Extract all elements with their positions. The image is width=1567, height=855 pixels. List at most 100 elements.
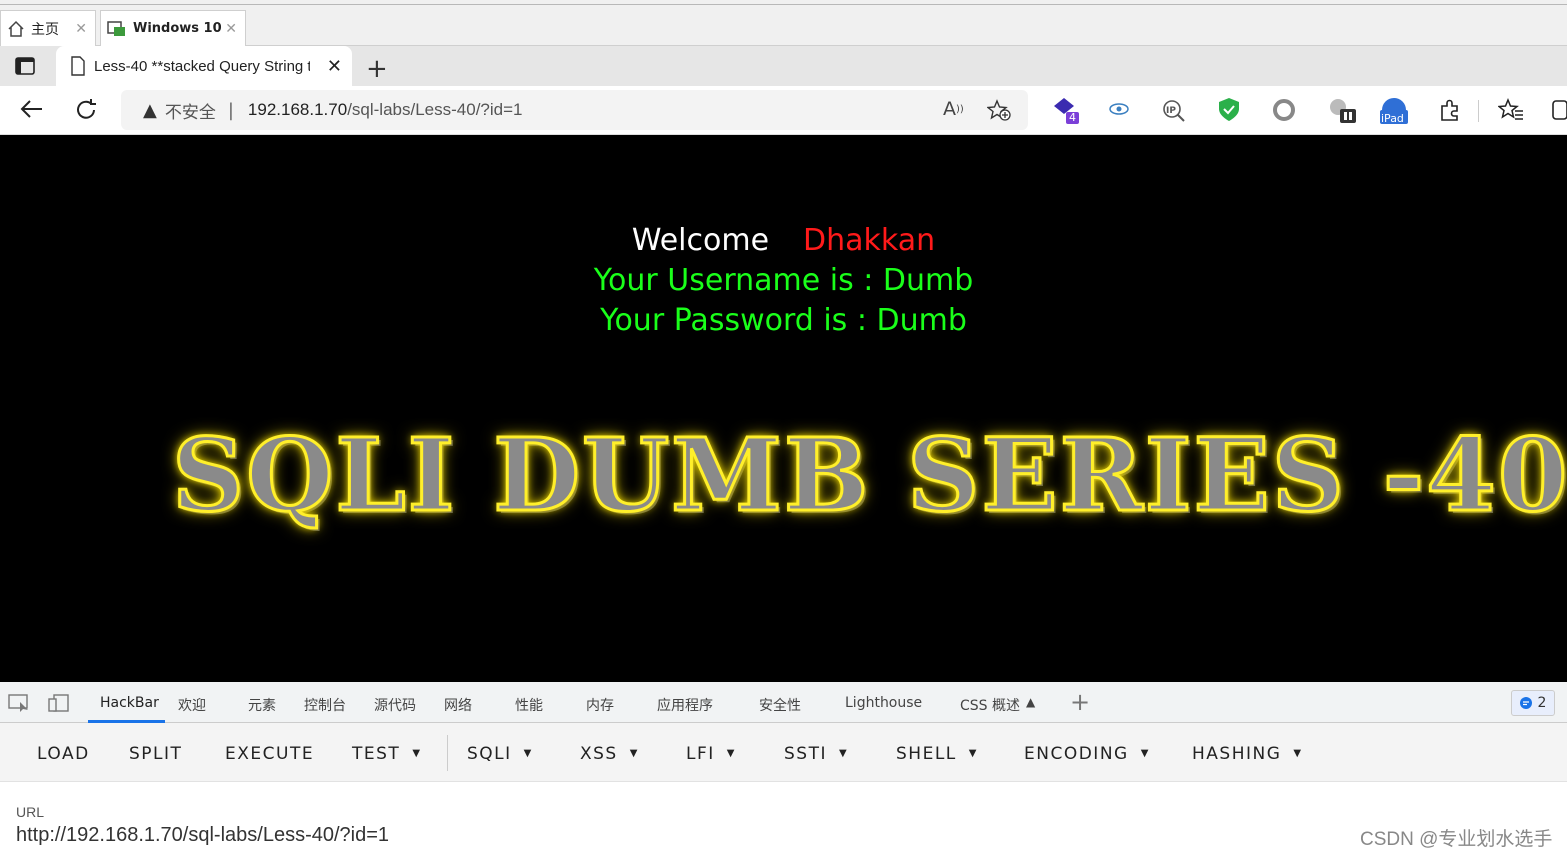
vm-tab-label: Windows 10 — [133, 21, 222, 36]
ssti-label: SSTI — [784, 744, 827, 764]
separator: | — [227, 99, 234, 121]
caret-down-icon: ▼ — [412, 748, 422, 759]
vm-tab-label: 主页 — [31, 21, 59, 38]
sqli-dropdown[interactable]: SQLI ▼ — [467, 744, 533, 764]
encoding-label: ENCODING — [1024, 744, 1129, 764]
read-aloud-icon[interactable]: A)) — [943, 98, 964, 120]
lfi-dropdown[interactable]: LFI ▼ — [686, 744, 736, 764]
password-line: Your Password is : Dumb — [600, 303, 967, 338]
tab-security[interactable]: 安全性 — [759, 695, 801, 715]
ipad-label: iPad — [1381, 112, 1404, 125]
execute-button[interactable]: EXECUTE — [225, 744, 314, 764]
load-button[interactable]: LOAD — [37, 744, 90, 764]
page-content: Welcome Dhakkan Your Username is : Dumb Y… — [0, 135, 1567, 682]
ipad-extension-icon[interactable]: iPad — [1378, 96, 1410, 126]
welcome-line: Welcome Dhakkan — [0, 223, 1567, 258]
shell-label: SHELL — [896, 744, 957, 764]
browser-tab-strip: Less-40 **stacked Query String t ✕ + — [0, 46, 1567, 86]
vm-tab-home[interactable]: 主页 ✕ — [0, 10, 96, 46]
address-bar[interactable]: ▲ 不安全 | 192.168.1.70/sql-labs/Less-40/?i… — [121, 90, 1028, 130]
url-field[interactable]: http://192.168.1.70/sql-labs/Less-40/?id… — [16, 824, 389, 847]
tab-lighthouse[interactable]: Lighthouse — [845, 695, 922, 711]
tab-network[interactable]: 网络 — [444, 695, 472, 715]
refresh-icon[interactable] — [74, 98, 98, 122]
close-icon[interactable]: ✕ — [225, 21, 237, 37]
tab-sources[interactable]: 源代码 — [374, 695, 416, 715]
tab-performance[interactable]: 性能 — [515, 695, 543, 715]
sqli-label: SQLI — [467, 744, 512, 764]
home-icon — [7, 20, 25, 38]
vm-tab-bar: 主页 ✕ Windows 10 ✕ — [0, 0, 1567, 46]
page-icon — [70, 56, 86, 76]
browser-tab-active[interactable]: Less-40 **stacked Query String t ✕ — [56, 46, 352, 86]
caret-down-icon: ▼ — [523, 748, 533, 759]
back-icon[interactable] — [18, 98, 44, 120]
flask-icon: ▲ — [1026, 695, 1036, 709]
insecure-label[interactable]: 不安全 — [165, 98, 216, 123]
xss-label: XSS — [580, 744, 618, 764]
message-icon — [1519, 697, 1532, 709]
inspect-icon[interactable] — [8, 694, 30, 712]
eye-extension-icon[interactable] — [1108, 101, 1130, 117]
url-text[interactable]: 192.168.1.70/sql-labs/Less-40/?id=1 — [248, 100, 523, 120]
caret-down-icon: ▼ — [968, 748, 978, 759]
issues-button[interactable]: 2 — [1511, 690, 1555, 716]
lfi-label: LFI — [686, 744, 715, 764]
vm-tab-windows10[interactable]: Windows 10 ✕ — [100, 10, 246, 46]
hackbar-url-panel: URL http://192.168.1.70/sql-labs/Less-40… — [0, 782, 1567, 855]
circle-extension-icon[interactable] — [1273, 99, 1295, 121]
close-icon[interactable]: ✕ — [327, 56, 342, 77]
encoding-dropdown[interactable]: ENCODING ▼ — [1024, 744, 1150, 764]
hackbar-toolbar: LOAD SPLIT EXECUTE TEST ▼ SQLI ▼ XSS ▼ LFI ▼… — [0, 723, 1567, 782]
hashing-label: HASHING — [1192, 744, 1282, 764]
svg-text:IP: IP — [1166, 106, 1176, 116]
shell-dropdown[interactable]: SHELL ▼ — [896, 744, 978, 764]
favorites-icon[interactable] — [1498, 98, 1524, 122]
address-bar-row: ▲ 不安全 | 192.168.1.70/sql-labs/Less-40/?i… — [0, 86, 1567, 135]
caret-down-icon: ▼ — [1293, 748, 1303, 759]
tab-application[interactable]: 应用程序 — [657, 695, 713, 715]
caret-down-icon: ▼ — [629, 748, 639, 759]
caret-down-icon: ▼ — [1140, 748, 1150, 759]
test-dropdown[interactable]: TEST ▼ — [352, 744, 422, 764]
tab-hackbar[interactable]: HackBar — [100, 695, 159, 711]
tab-memory[interactable]: 内存 — [586, 695, 614, 715]
divider — [0, 4, 1567, 5]
split-button[interactable]: SPLIT — [129, 744, 182, 764]
issues-count: 2 — [1537, 695, 1547, 711]
extension-hackbar-icon[interactable]: 4 — [1052, 96, 1082, 126]
user-name: Dhakkan — [803, 223, 936, 258]
tab-console[interactable]: 控制台 — [304, 695, 346, 715]
collections-icon[interactable] — [1552, 98, 1567, 122]
extension-badge: 4 — [1069, 111, 1076, 124]
tab-welcome[interactable]: 欢迎 — [178, 695, 206, 715]
pause-extension-icon[interactable] — [1328, 97, 1358, 125]
tab-elements[interactable]: 元素 — [248, 695, 276, 715]
welcome-text: Welcome — [631, 223, 770, 258]
ip-lookup-icon[interactable]: IP — [1162, 99, 1186, 123]
add-favorite-icon[interactable] — [987, 99, 1011, 121]
username-line: Your Username is : Dumb — [593, 263, 974, 298]
device-toggle-icon[interactable] — [48, 694, 70, 712]
url-field-label: URL — [16, 804, 45, 820]
add-tab-icon[interactable]: + — [1070, 688, 1090, 716]
vm-icon — [107, 20, 127, 38]
url-path: /sql-labs/Less-40/?id=1 — [347, 100, 523, 119]
series-banner: SQLI DUMB SERIES -40 — [171, 416, 1567, 534]
ssti-dropdown[interactable]: SSTI ▼ — [784, 744, 848, 764]
shield-icon[interactable] — [1217, 97, 1241, 123]
tab-css-overview[interactable]: CSS 概述 — [960, 695, 1020, 715]
divider — [447, 735, 448, 771]
url-host: 192.168.1.70 — [247, 100, 348, 119]
watermark: CSDN @专业划水选手 — [1360, 829, 1553, 850]
new-tab-icon[interactable]: + — [366, 54, 388, 84]
close-icon[interactable]: ✕ — [75, 21, 87, 37]
extensions-icon[interactable] — [1438, 98, 1462, 122]
xss-dropdown[interactable]: XSS ▼ — [580, 744, 639, 764]
caret-down-icon: ▼ — [838, 748, 849, 759]
tab-title: Less-40 **stacked Query String t — [94, 57, 310, 75]
hashing-dropdown[interactable]: HASHING ▼ — [1192, 744, 1303, 764]
devtools-tab-bar: HackBar 欢迎 元素 控制台 源代码 网络 性能 内存 应用程序 安全性 … — [0, 682, 1567, 723]
caret-down-icon: ▼ — [726, 748, 736, 759]
tab-actions-icon[interactable] — [14, 56, 36, 76]
